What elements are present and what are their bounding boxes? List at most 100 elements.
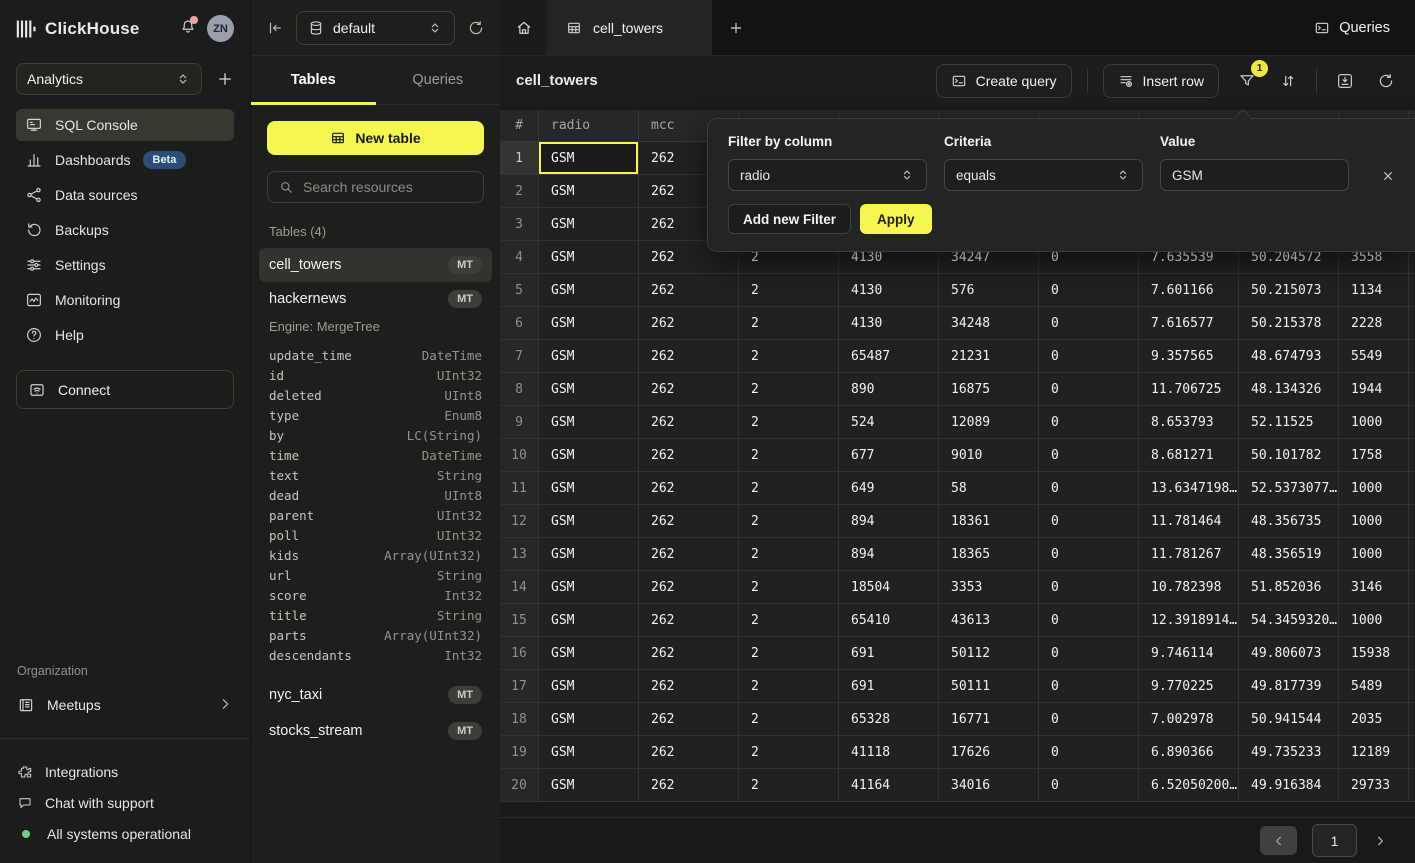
data-cell[interactable]: 890 [839, 373, 939, 406]
data-cell[interactable]: 0 [1039, 604, 1139, 637]
data-cell[interactable]: 0 [1039, 505, 1139, 538]
data-cell[interactable]: 1134 [1339, 274, 1409, 307]
data-cell[interactable]: 262 [639, 538, 739, 571]
data-cell[interactable]: 49.806073 [1239, 637, 1339, 670]
refresh-tables-button[interactable] [467, 19, 485, 37]
data-cell[interactable]: 65487 [839, 340, 939, 373]
remove-filter-button[interactable] [1380, 168, 1396, 184]
data-cell[interactable]: 65410 [839, 604, 939, 637]
data-cell[interactable]: 52.5373077… [1239, 472, 1339, 505]
sidebar-item-data-sources[interactable]: Data sources [16, 179, 234, 211]
data-cell[interactable]: 50.941544 [1239, 703, 1339, 736]
filter-column-select[interactable]: radio [728, 159, 927, 191]
row-number[interactable]: 17 [500, 670, 539, 703]
data-cell[interactable]: 50112 [939, 637, 1039, 670]
tab-tables[interactable]: Tables [251, 56, 376, 104]
data-cell[interactable]: 3146 [1339, 571, 1409, 604]
data-cell[interactable]: GSM [539, 208, 639, 241]
data-cell[interactable]: GSM [539, 571, 639, 604]
data-cell[interactable]: 894 [839, 538, 939, 571]
data-cell[interactable]: 18504 [839, 571, 939, 604]
data-cell[interactable]: 2 [739, 538, 839, 571]
data-cell[interactable]: 262 [639, 670, 739, 703]
data-cell[interactable]: 9.770225 [1139, 670, 1239, 703]
row-number[interactable]: 18 [500, 703, 539, 736]
workspace-select[interactable]: Analytics [16, 63, 202, 95]
filter-criteria-select[interactable]: equals [944, 159, 1143, 191]
data-cell[interactable]: 29733 [1339, 769, 1409, 802]
data-cell[interactable]: 2035 [1339, 703, 1409, 736]
queries-button[interactable]: Queries [1289, 0, 1415, 55]
current-page[interactable]: 1 [1312, 824, 1357, 857]
data-cell[interactable]: 262 [639, 703, 739, 736]
search-input[interactable]: Search resources [267, 171, 484, 203]
data-cell[interactable]: 262 [639, 736, 739, 769]
data-cell[interactable]: 52.11525 [1239, 406, 1339, 439]
data-cell[interactable]: 49.916384 [1239, 769, 1339, 802]
data-cell[interactable]: 9.357565 [1139, 340, 1239, 373]
system-status[interactable]: All systems operational [0, 818, 250, 849]
refresh-data-button[interactable] [1373, 68, 1399, 94]
sidebar-item-chat-support[interactable]: Chat with support [0, 787, 250, 818]
data-cell[interactable]: GSM [539, 736, 639, 769]
data-cell[interactable]: GSM [539, 340, 639, 373]
data-cell[interactable]: 17626 [939, 736, 1039, 769]
data-cell[interactable]: 2 [739, 274, 839, 307]
data-cell[interactable]: 50.101782 [1239, 439, 1339, 472]
data-cell[interactable]: 262 [639, 307, 739, 340]
data-cell[interactable]: 2 [739, 439, 839, 472]
data-cell[interactable]: 10.782398 [1139, 571, 1239, 604]
data-cell[interactable]: 2 [739, 604, 839, 637]
data-cell[interactable]: 1000 [1339, 604, 1409, 637]
sidebar-item-backups[interactable]: Backups [16, 214, 234, 246]
table-item-nyc-taxi[interactable]: nyc_taxi MT [259, 678, 492, 712]
data-cell[interactable]: 0 [1039, 439, 1139, 472]
data-cell[interactable]: 1758 [1339, 439, 1409, 472]
data-cell[interactable]: 0 [1039, 373, 1139, 406]
data-cell[interactable]: 3353 [939, 571, 1039, 604]
data-cell[interactable]: 13.6347198… [1139, 472, 1239, 505]
row-number[interactable]: 1 [500, 142, 539, 175]
data-cell[interactable]: 2 [739, 703, 839, 736]
data-cell[interactable]: 262 [639, 604, 739, 637]
data-cell[interactable]: 9010 [939, 439, 1039, 472]
row-number[interactable]: 9 [500, 406, 539, 439]
data-cell[interactable]: 0 [1039, 307, 1139, 340]
data-cell[interactable]: GSM [539, 637, 639, 670]
row-number[interactable]: 12 [500, 505, 539, 538]
data-cell[interactable]: 262 [639, 406, 739, 439]
sidebar-item-sql-console[interactable]: SQL Console [16, 109, 234, 141]
data-cell[interactable]: 11.781464 [1139, 505, 1239, 538]
data-cell[interactable]: 7.601166 [1139, 274, 1239, 307]
new-table-button[interactable]: New table [267, 121, 484, 155]
apply-filter-button[interactable]: Apply [860, 204, 932, 234]
sidebar-item-dashboards[interactable]: Dashboards Beta [16, 144, 234, 176]
create-query-button[interactable]: Create query [936, 64, 1072, 98]
data-cell[interactable]: 2 [739, 406, 839, 439]
data-cell[interactable]: 2 [739, 340, 839, 373]
tab-queries[interactable]: Queries [376, 56, 501, 104]
data-cell[interactable]: 1944 [1339, 373, 1409, 406]
data-cell[interactable]: 649 [839, 472, 939, 505]
data-cell[interactable]: 4130 [839, 274, 939, 307]
data-cell[interactable]: 2 [739, 637, 839, 670]
data-cell[interactable]: 0 [1039, 703, 1139, 736]
data-cell[interactable]: 0 [1039, 538, 1139, 571]
data-cell[interactable]: 5549 [1339, 340, 1409, 373]
data-cell[interactable]: 2 [739, 505, 839, 538]
data-cell[interactable]: 41118 [839, 736, 939, 769]
data-cell[interactable]: 5489 [1339, 670, 1409, 703]
data-cell[interactable]: 49.817739 [1239, 670, 1339, 703]
data-cell[interactable]: GSM [539, 307, 639, 340]
row-number[interactable]: 16 [500, 637, 539, 670]
data-cell[interactable]: GSM [539, 769, 639, 802]
data-cell[interactable]: 21231 [939, 340, 1039, 373]
add-workspace-button[interactable] [216, 70, 234, 88]
data-cell[interactable]: GSM [539, 373, 639, 406]
data-cell[interactable]: 1000 [1339, 538, 1409, 571]
data-cell[interactable]: 0 [1039, 472, 1139, 505]
avatar[interactable]: ZN [207, 15, 234, 42]
row-number[interactable]: 8 [500, 373, 539, 406]
selected-cell[interactable]: GSM [539, 142, 639, 175]
database-select[interactable]: default [296, 11, 455, 45]
